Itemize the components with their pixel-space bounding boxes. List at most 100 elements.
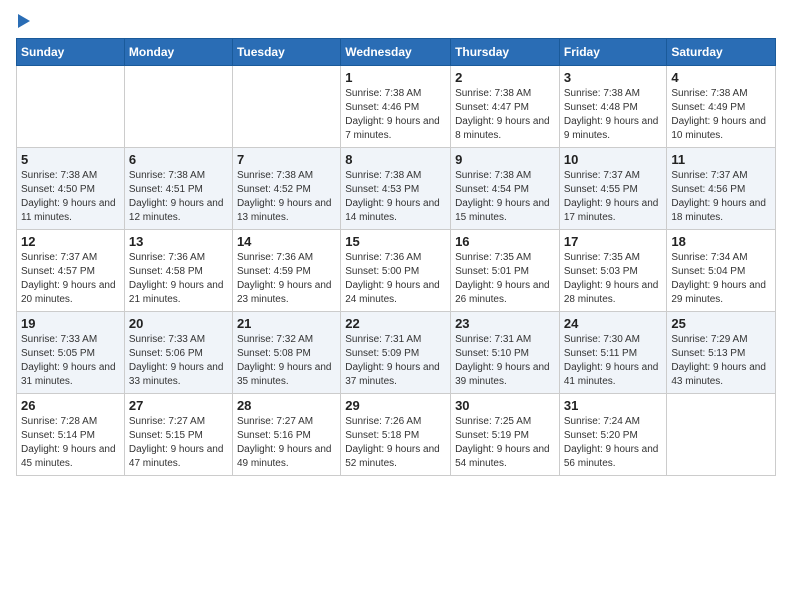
day-info: Sunrise: 7:38 AM Sunset: 4:49 PM Dayligh… [671,87,771,143]
day-number: 28 [237,398,336,413]
table-row: 20 Sunrise: 7:33 AM Sunset: 5:06 PM Dayli… [124,312,232,394]
day-number: 1 [345,70,446,85]
table-row: 29 Sunrise: 7:26 AM Sunset: 5:18 PM Dayli… [341,394,451,476]
day-number: 11 [671,152,771,167]
table-row: 14 Sunrise: 7:36 AM Sunset: 4:59 PM Dayli… [232,230,340,312]
day-info: Sunrise: 7:32 AM Sunset: 5:08 PM Dayligh… [237,333,336,389]
day-number: 23 [455,316,555,331]
day-number: 13 [129,234,228,249]
day-info: Sunrise: 7:38 AM Sunset: 4:48 PM Dayligh… [564,87,663,143]
day-info: Sunrise: 7:35 AM Sunset: 5:01 PM Dayligh… [455,251,555,307]
day-number: 6 [129,152,228,167]
table-row: 11 Sunrise: 7:37 AM Sunset: 4:56 PM Dayli… [667,148,776,230]
day-number: 27 [129,398,228,413]
day-info: Sunrise: 7:38 AM Sunset: 4:52 PM Dayligh… [237,169,336,225]
day-number: 20 [129,316,228,331]
calendar-table: SundayMondayTuesdayWednesdayThursdayFrid… [16,38,776,476]
logo-arrow-icon [18,14,30,28]
table-row: 7 Sunrise: 7:38 AM Sunset: 4:52 PM Daylig… [232,148,340,230]
table-row: 25 Sunrise: 7:29 AM Sunset: 5:13 PM Dayli… [667,312,776,394]
day-info: Sunrise: 7:28 AM Sunset: 5:14 PM Dayligh… [21,415,120,471]
table-row: 21 Sunrise: 7:32 AM Sunset: 5:08 PM Dayli… [232,312,340,394]
table-row: 1 Sunrise: 7:38 AM Sunset: 4:46 PM Daylig… [341,66,451,148]
table-row: 24Sunrise: 7:30 AM Sunset: 5:11 PM Dayli… [559,312,667,394]
day-info: Sunrise: 7:37 AM Sunset: 4:56 PM Dayligh… [671,169,771,225]
table-row: 27 Sunrise: 7:27 AM Sunset: 5:15 PM Dayli… [124,394,232,476]
day-number: 17 [564,234,663,249]
day-info: Sunrise: 7:26 AM Sunset: 5:18 PM Dayligh… [345,415,446,471]
weekday-header-row: SundayMondayTuesdayWednesdayThursdayFrid… [17,39,776,66]
weekday-header-wednesday: Wednesday [341,39,451,66]
day-number: 15 [345,234,446,249]
day-info: Sunrise: 7:33 AM Sunset: 5:06 PM Dayligh… [129,333,228,389]
day-info: Sunrise: 7:37 AM Sunset: 4:57 PM Dayligh… [21,251,120,307]
week-row-1: 1 Sunrise: 7:38 AM Sunset: 4:46 PM Daylig… [17,66,776,148]
day-info: Sunrise: 7:24 AM Sunset: 5:20 PM Dayligh… [564,415,663,471]
table-row: 16Sunrise: 7:35 AM Sunset: 5:01 PM Dayli… [451,230,560,312]
weekday-header-saturday: Saturday [667,39,776,66]
day-info: Sunrise: 7:27 AM Sunset: 5:15 PM Dayligh… [129,415,228,471]
weekday-header-thursday: Thursday [451,39,560,66]
weekday-header-friday: Friday [559,39,667,66]
day-info: Sunrise: 7:38 AM Sunset: 4:47 PM Dayligh… [455,87,555,143]
weekday-header-monday: Monday [124,39,232,66]
day-number: 31 [564,398,663,413]
table-row: 12 Sunrise: 7:37 AM Sunset: 4:57 PM Dayli… [17,230,125,312]
table-row: 28 Sunrise: 7:27 AM Sunset: 5:16 PM Dayli… [232,394,340,476]
day-info: Sunrise: 7:36 AM Sunset: 5:00 PM Dayligh… [345,251,446,307]
table-row: 4 Sunrise: 7:38 AM Sunset: 4:49 PM Daylig… [667,66,776,148]
day-info: Sunrise: 7:29 AM Sunset: 5:13 PM Dayligh… [671,333,771,389]
table-row: 18Sunrise: 7:34 AM Sunset: 5:04 PM Dayli… [667,230,776,312]
table-row: 26Sunrise: 7:28 AM Sunset: 5:14 PM Dayli… [17,394,125,476]
day-number: 25 [671,316,771,331]
table-row: 13 Sunrise: 7:36 AM Sunset: 4:58 PM Dayli… [124,230,232,312]
table-row [232,66,340,148]
day-number: 10 [564,152,663,167]
day-number: 12 [21,234,120,249]
weekday-header-sunday: Sunday [17,39,125,66]
day-number: 22 [345,316,446,331]
table-row: 10Sunrise: 7:37 AM Sunset: 4:55 PM Dayli… [559,148,667,230]
table-row: 2 Sunrise: 7:38 AM Sunset: 4:47 PM Daylig… [451,66,560,148]
table-row: 31 Sunrise: 7:24 AM Sunset: 5:20 PM Dayli… [559,394,667,476]
day-info: Sunrise: 7:38 AM Sunset: 4:50 PM Dayligh… [21,169,120,225]
table-row: 5 Sunrise: 7:38 AM Sunset: 4:50 PM Daylig… [17,148,125,230]
table-row: 15 Sunrise: 7:36 AM Sunset: 5:00 PM Dayli… [341,230,451,312]
day-number: 29 [345,398,446,413]
day-number: 5 [21,152,120,167]
table-row [17,66,125,148]
day-info: Sunrise: 7:35 AM Sunset: 5:03 PM Dayligh… [564,251,663,307]
day-info: Sunrise: 7:27 AM Sunset: 5:16 PM Dayligh… [237,415,336,471]
day-info: Sunrise: 7:38 AM Sunset: 4:46 PM Dayligh… [345,87,446,143]
day-number: 3 [564,70,663,85]
logo [16,16,30,28]
day-number: 30 [455,398,555,413]
table-row [667,394,776,476]
day-number: 2 [455,70,555,85]
day-number: 8 [345,152,446,167]
day-number: 24 [564,316,663,331]
day-number: 21 [237,316,336,331]
day-info: Sunrise: 7:36 AM Sunset: 4:59 PM Dayligh… [237,251,336,307]
week-row-2: 5 Sunrise: 7:38 AM Sunset: 4:50 PM Daylig… [17,148,776,230]
day-info: Sunrise: 7:25 AM Sunset: 5:19 PM Dayligh… [455,415,555,471]
table-row: 22 Sunrise: 7:31 AM Sunset: 5:09 PM Dayli… [341,312,451,394]
table-row: 23 Sunrise: 7:31 AM Sunset: 5:10 PM Dayli… [451,312,560,394]
week-row-5: 26Sunrise: 7:28 AM Sunset: 5:14 PM Dayli… [17,394,776,476]
day-info: Sunrise: 7:38 AM Sunset: 4:54 PM Dayligh… [455,169,555,225]
day-info: Sunrise: 7:33 AM Sunset: 5:05 PM Dayligh… [21,333,120,389]
day-info: Sunrise: 7:36 AM Sunset: 4:58 PM Dayligh… [129,251,228,307]
table-row: 3 Sunrise: 7:38 AM Sunset: 4:48 PM Daylig… [559,66,667,148]
day-info: Sunrise: 7:31 AM Sunset: 5:09 PM Dayligh… [345,333,446,389]
day-number: 7 [237,152,336,167]
day-number: 9 [455,152,555,167]
day-number: 14 [237,234,336,249]
table-row: 9 Sunrise: 7:38 AM Sunset: 4:54 PM Daylig… [451,148,560,230]
weekday-header-tuesday: Tuesday [232,39,340,66]
table-row: 19Sunrise: 7:33 AM Sunset: 5:05 PM Dayli… [17,312,125,394]
day-info: Sunrise: 7:38 AM Sunset: 4:53 PM Dayligh… [345,169,446,225]
day-number: 4 [671,70,771,85]
day-info: Sunrise: 7:34 AM Sunset: 5:04 PM Dayligh… [671,251,771,307]
day-info: Sunrise: 7:31 AM Sunset: 5:10 PM Dayligh… [455,333,555,389]
day-info: Sunrise: 7:38 AM Sunset: 4:51 PM Dayligh… [129,169,228,225]
